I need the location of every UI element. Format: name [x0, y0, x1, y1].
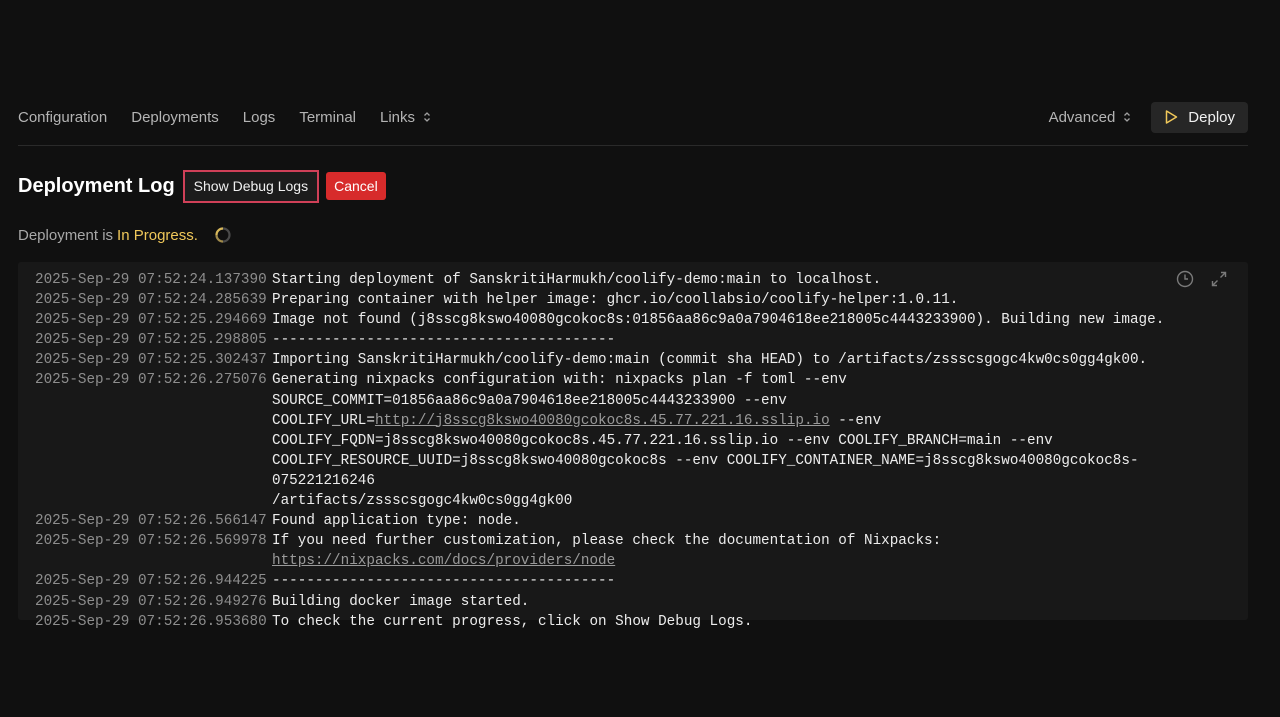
chevron-up-down-icon — [424, 112, 430, 122]
log-line: 2025-Sep-29 07:52:26.569978 If you need … — [35, 531, 1232, 571]
page-title: Deployment Log — [18, 174, 175, 197]
log-text: If you need further customization, pleas… — [272, 533, 942, 550]
log-timestamp: 2025-Sep-29 07:52:25.298805 — [35, 332, 267, 349]
deploy-button[interactable]: Deploy — [1151, 101, 1248, 133]
log-line: 2025-Sep-29 07:52:24.137390 Starting dep… — [35, 270, 1232, 290]
advanced-dropdown[interactable]: Advanced — [1049, 109, 1132, 126]
log-line: 2025-Sep-29 07:52:26.944225 ------------… — [35, 571, 1232, 591]
nav-divider — [18, 145, 1248, 146]
log-timestamp: 2025-Sep-29 07:52:24.137390 — [35, 272, 267, 288]
loading-spinner-icon — [215, 227, 231, 243]
log-panel: 2025-Sep-29 07:52:24.137390 Starting dep… — [18, 262, 1248, 630]
log-timestamp: 2025-Sep-29 07:52:25.294669 — [35, 312, 267, 329]
clock-icon[interactable] — [1176, 270, 1194, 288]
coolify-url-link[interactable]: http://j8sscg8kswo40080gcokoc8s.45.77.22… — [375, 413, 830, 429]
status-prefix: Deployment is — [18, 226, 114, 244]
show-debug-logs-button[interactable]: Show Debug Logs — [182, 169, 320, 203]
log-message: Building docker image started. — [272, 593, 530, 610]
log-line: 2025-Sep-29 07:52:26.949276 Building doc… — [35, 592, 1232, 612]
log-separator: ---------------------------------------- — [272, 573, 616, 590]
deployment-status: Deployment is In Progress. — [18, 226, 232, 244]
expand-icon[interactable] — [1210, 270, 1228, 288]
log-timestamp: 2025-Sep-29 07:52:24.285639 — [35, 292, 267, 309]
log-line: 2025-Sep-29 07:52:26.953680 To check the… — [35, 612, 1232, 632]
log-message: Importing SanskritiHarmukh/coolify-demo:… — [272, 352, 1148, 369]
log-message: Generating nixpacks configuration with: … — [272, 370, 1232, 511]
log-message: Image not found (j8sscg8kswo40080gcokoc8… — [272, 312, 1165, 329]
links-dropdown[interactable]: Links — [380, 109, 431, 126]
status-state: In Progress. — [117, 226, 198, 244]
log-separator: ---------------------------------------- — [272, 332, 616, 349]
play-icon — [1166, 110, 1178, 124]
deployment-header: Deployment Log Show Debug Logs Cancel — [18, 168, 386, 204]
log-timestamp: 2025-Sep-29 07:52:25.302437 — [35, 352, 267, 369]
log-timestamp: 2025-Sep-29 07:52:26.944225 — [35, 573, 267, 590]
tab-configuration[interactable]: Configuration — [18, 109, 107, 126]
tab-terminal[interactable]: Terminal — [299, 109, 356, 126]
log-message: Starting deployment of SanskritiHarmukh/… — [272, 272, 882, 288]
nav-actions: Advanced Deploy — [1049, 101, 1248, 133]
tab-logs[interactable]: Logs — [243, 109, 276, 126]
log-timestamp: 2025-Sep-29 07:52:26.566147 — [35, 513, 267, 530]
chevron-up-down-icon — [1124, 112, 1131, 122]
cancel-button[interactable]: Cancel — [326, 172, 386, 200]
nixpacks-docs-link[interactable]: https://nixpacks.com/docs/providers/node — [272, 553, 615, 569]
log-timestamp: 2025-Sep-29 07:52:26.949276 — [35, 593, 267, 610]
log-line: 2025-Sep-29 07:52:25.302437 Importing Sa… — [35, 350, 1232, 370]
log-line: 2025-Sep-29 07:52:24.285639 Preparing co… — [35, 290, 1232, 310]
top-nav: Configuration Deployments Logs Terminal … — [18, 101, 1248, 133]
log-line: 2025-Sep-29 07:52:26.275076 Generating n… — [35, 370, 1232, 511]
deploy-label: Deploy — [1188, 108, 1235, 126]
log-line: 2025-Sep-29 07:52:25.298805 ------------… — [35, 330, 1232, 350]
log-message: If you need further customization, pleas… — [272, 531, 1232, 571]
log-message: To check the current progress, click on … — [272, 613, 753, 630]
log-line: 2025-Sep-29 07:52:25.294669 Image not fo… — [35, 310, 1232, 330]
log-timestamp: 2025-Sep-29 07:52:26.275076 — [35, 372, 267, 389]
log-message: Preparing container with helper image: g… — [272, 292, 959, 309]
links-label: Links — [380, 108, 416, 126]
advanced-label: Advanced — [1048, 108, 1116, 126]
tab-deployments[interactable]: Deployments — [131, 109, 219, 126]
log-line: 2025-Sep-29 07:52:26.566147 Found applic… — [35, 511, 1232, 531]
log-tools — [1160, 270, 1228, 288]
log-message: Found application type: node. — [272, 513, 521, 530]
log-timestamp: 2025-Sep-29 07:52:26.569978 — [35, 533, 267, 550]
log-timestamp: 2025-Sep-29 07:52:26.953680 — [35, 613, 267, 630]
